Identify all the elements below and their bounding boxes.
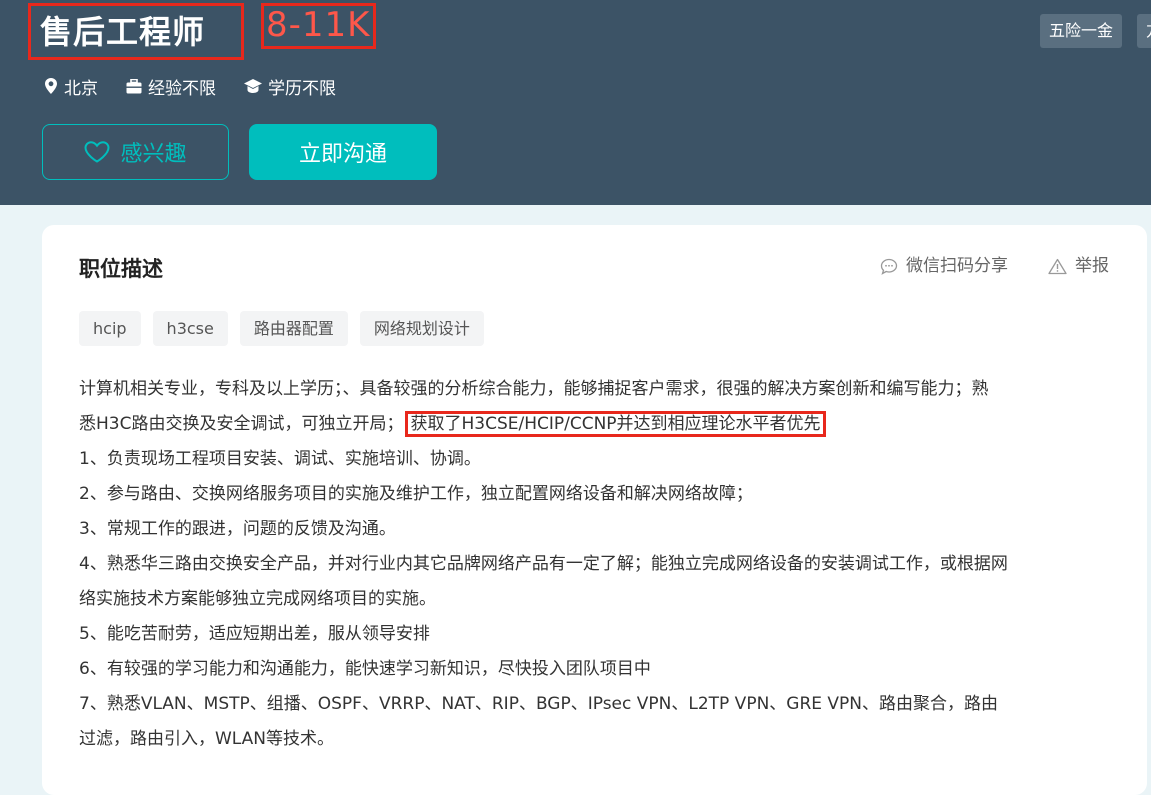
job-meta: 北京 经验不限 学历不限 xyxy=(44,74,364,99)
skill-tag: 路由器配置 xyxy=(239,311,348,346)
meta-education: 学历不限 xyxy=(244,74,336,99)
job-title: 售后工程师 xyxy=(40,13,206,51)
description-line: 计算机相关专业，专科及以上学历；、具备较强的分析综合能力，能够捕捉客户需求，很强… xyxy=(79,379,989,399)
skill-tags: hcip h3cse 路由器配置 网络规划设计 xyxy=(79,311,496,346)
description-line: 络实施技术方案能够独立完成网络项目的实施。 xyxy=(79,589,436,609)
share-label: 微信扫码分享 xyxy=(906,256,1008,276)
description-line: 1、负责现场工程项目安装、调试、实施培训、协调。 xyxy=(79,449,481,469)
job-salary: 8-11K xyxy=(266,5,371,45)
meta-experience: 经验不限 xyxy=(126,74,216,99)
interest-button-label: 感兴趣 xyxy=(120,142,187,167)
chat-bubble-icon xyxy=(880,258,898,275)
job-description-card: 职位描述 微信扫码分享 举报 hcip h3cse 路由器配置 网络规划设计 计… xyxy=(42,225,1147,795)
certification-highlight: 获取了H3CSE/HCIP/CCNP并达到相应理论水平者优先 xyxy=(405,411,826,437)
education-text: 学历不限 xyxy=(268,78,336,99)
description-line: 7、熟悉VLAN、MSTP、组播、OSPF、VRRP、NAT、RIP、BGP、I… xyxy=(79,694,999,714)
job-description-text: 计算机相关专业，专科及以上学历；、具备较强的分析综合能力，能够捕捉客户需求，很强… xyxy=(79,372,1119,757)
meta-location: 北京 xyxy=(44,74,98,99)
graduation-cap-icon xyxy=(244,78,262,93)
interest-button[interactable]: 感兴趣 xyxy=(42,124,229,180)
skill-tag: h3cse xyxy=(152,311,228,346)
description-line: 5、能吃苦耐劳，适应短期出差，服从领导安排 xyxy=(79,624,430,644)
description-line: 过滤，路由引入，WLAN等技术。 xyxy=(79,729,335,749)
description-line: 悉H3C路由交换及安全调试，可独立开局； 获取了H3CSE/HCIP/CCNP并达… xyxy=(79,407,1119,442)
briefcase-icon xyxy=(126,78,142,93)
description-line: 6、有较强的学习能力和沟通能力，能快速学习新知识，尽快投入团队项目中 xyxy=(79,659,651,679)
report-label: 举报 xyxy=(1075,256,1109,276)
job-header: 售后工程师 8-11K 五险一金 方 北京 经验不限 学历不限 xyxy=(0,0,1151,205)
heart-icon xyxy=(84,141,110,163)
description-line: 3、常规工作的跟进，问题的反馈及沟通。 xyxy=(79,519,396,539)
experience-text: 经验不限 xyxy=(148,78,216,99)
warning-icon xyxy=(1048,258,1067,274)
location-text: 北京 xyxy=(64,78,98,99)
benefit-tag: 方 xyxy=(1137,14,1151,48)
skill-tag: 网络规划设计 xyxy=(359,311,484,346)
report-link[interactable]: 举报 xyxy=(1048,255,1109,277)
description-line-part: 悉H3C路由交换及安全调试，可独立开局； xyxy=(79,414,404,434)
location-pin-icon xyxy=(45,78,57,94)
description-line: 2、参与路由、交换网络服务项目的实施及维护工作，独立配置网络设备和解决网络故障； xyxy=(79,484,753,504)
benefit-tag: 五险一金 xyxy=(1040,14,1123,48)
skill-tag: hcip xyxy=(79,311,141,346)
chat-now-button[interactable]: 立即沟通 xyxy=(249,124,437,180)
description-line: 4、熟悉华三路由交换安全产品，并对行业内其它品牌网络产品有一定了解；能独立完成网… xyxy=(79,554,1008,574)
wechat-share-link[interactable]: 微信扫码分享 xyxy=(880,255,1008,277)
section-title: 职位描述 xyxy=(79,257,163,281)
